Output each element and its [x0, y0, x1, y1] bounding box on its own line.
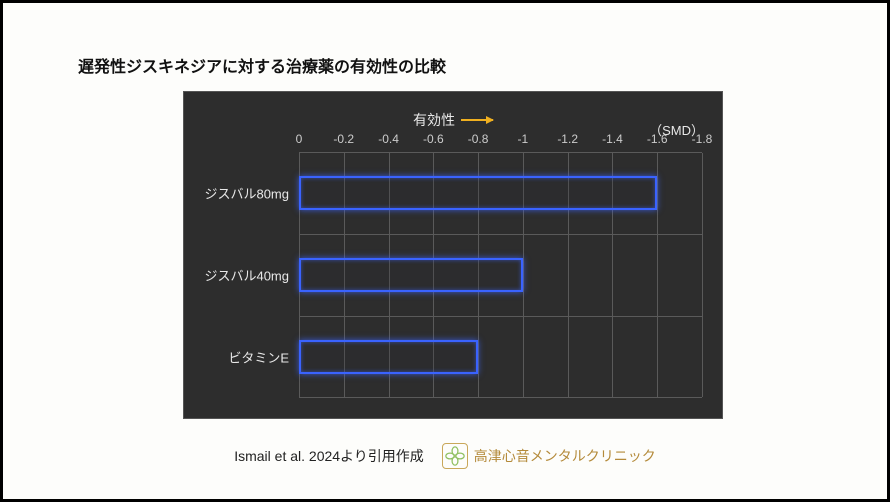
grid-hline [299, 316, 702, 317]
tick-label: -1.2 [557, 132, 578, 146]
tick-label: -1 [518, 132, 529, 146]
clinic-logo-icon [442, 443, 468, 469]
chart-panel: 有効性 （SMD） 0-0.2-0.4-0.6-0.8-1-1.2-1.4-1.… [183, 91, 723, 419]
footer: Ismail et al. 2024より引用作成 高津心音メンタルクリニック [3, 443, 887, 469]
tick-label: -0.6 [423, 132, 444, 146]
tick-label: -0.2 [333, 132, 354, 146]
clinic-credit: 高津心音メンタルクリニック [442, 443, 656, 469]
tick-label: -0.4 [378, 132, 399, 146]
bar [299, 176, 657, 210]
clinic-name: 高津心音メンタルクリニック [474, 446, 656, 466]
x-axis-title: 有効性 [413, 110, 493, 130]
tick-label: -1.6 [647, 132, 668, 146]
citation-text: Ismail et al. 2024より引用作成 [234, 446, 424, 466]
bar [299, 340, 478, 374]
page-title: 遅発性ジスキネジアに対する治療薬の有効性の比較 [78, 53, 446, 77]
tick-label: -0.8 [468, 132, 489, 146]
arrow-right-icon [461, 119, 493, 121]
grid-vline [657, 153, 658, 397]
category-label: ジスバル40mg [204, 266, 289, 285]
category-label: ビタミンE [228, 348, 289, 367]
category-label: ジスバル80mg [204, 184, 289, 203]
plot-area: 0-0.2-0.4-0.6-0.8-1-1.2-1.4-1.6-1.8 ジスバル… [299, 152, 702, 398]
tick-row: 0-0.2-0.4-0.6-0.8-1-1.2-1.4-1.6-1.8 [299, 132, 702, 150]
tick-label: 0 [296, 132, 303, 146]
grid-hline [299, 234, 702, 235]
tick-label: -1.4 [602, 132, 623, 146]
tick-label: -1.8 [692, 132, 713, 146]
grid-vline [702, 153, 703, 397]
x-axis-title-text: 有効性 [413, 110, 455, 130]
bar [299, 258, 523, 292]
